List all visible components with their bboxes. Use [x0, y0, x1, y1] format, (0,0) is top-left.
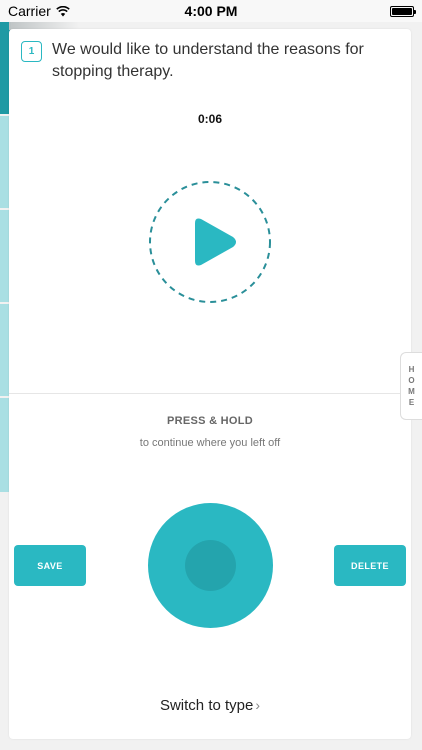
switch-to-type-label: Switch to type [159, 697, 254, 714]
home-tab-letter: O [408, 376, 415, 385]
wifi-icon [56, 5, 70, 16]
record-button[interactable] [148, 503, 273, 628]
home-tab-letter: E [408, 398, 415, 407]
section-divider [9, 393, 411, 394]
press-hold-subtitle: to continue where you left off [139, 437, 281, 449]
record-inner-circle [185, 540, 236, 591]
home-tab[interactable]: H O M E [400, 352, 422, 420]
delete-button[interactable]: DELETE [334, 545, 406, 586]
press-hold-title: PRESS & HOLD [166, 415, 254, 427]
play-button[interactable] [147, 179, 273, 305]
status-left: Carrier [8, 3, 70, 19]
battery-icon [390, 5, 416, 17]
chevron-right-icon: › [255, 697, 261, 713]
playback-time: 0:06 [197, 112, 223, 126]
save-button[interactable]: SAVE [14, 545, 86, 586]
question-number-badge: 1 [21, 41, 42, 62]
home-tab-letter: M [408, 387, 415, 396]
battery-level [392, 7, 412, 15]
switch-to-type-link[interactable]: Switch to type › [9, 697, 411, 714]
play-icon [195, 218, 236, 266]
question-card: 1 We would like to understand the reason… [9, 29, 411, 739]
question-text: We would like to understand the reasons … [52, 41, 364, 80]
status-bar: Carrier 4:00 PM [0, 0, 422, 22]
carrier-label: Carrier [8, 3, 51, 19]
home-tab-letter: H [408, 365, 415, 374]
